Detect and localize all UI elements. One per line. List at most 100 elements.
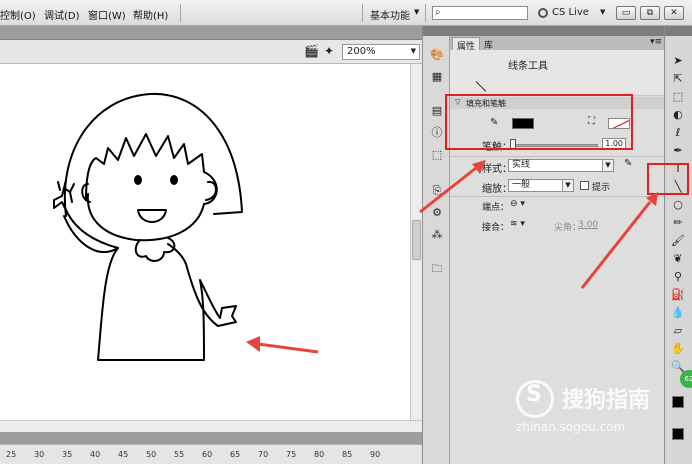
document-tab-bar (0, 26, 422, 40)
zoom-value: 200% (347, 46, 376, 57)
style-select[interactable]: 实线 ▼ (508, 159, 614, 172)
tab-library[interactable]: 库 (480, 37, 497, 51)
free-transform-icon[interactable]: ⬚ (671, 90, 685, 104)
stroke-color-tool-swatch[interactable] (672, 396, 684, 408)
pencil-icon: ✎ (490, 117, 499, 128)
rectangle-icon[interactable]: ○ (671, 198, 685, 212)
ruler-tick: 80 (314, 450, 325, 459)
info-icon[interactable]: ⓘ (430, 126, 444, 140)
transform-icon[interactable]: ⬚ (430, 148, 444, 162)
pencil-tool-icon[interactable]: ✏ (671, 216, 685, 230)
stroke-value-field[interactable]: 1.00 (602, 138, 626, 150)
menu-separator (180, 4, 181, 22)
ruler-tick: 40 (90, 450, 101, 459)
fill-color-swatch[interactable] (608, 118, 630, 129)
project-icon[interactable]: 🗀 (430, 262, 444, 276)
swatches-icon[interactable]: ▦ (430, 70, 444, 84)
divider (450, 196, 664, 197)
timeline-header (0, 432, 422, 444)
cs-live-button[interactable]: CS Live (552, 7, 589, 18)
divider (450, 156, 664, 157)
join-label: 接合： (482, 223, 510, 233)
vertical-scroll-thumb[interactable] (412, 220, 421, 260)
chevron-down-icon[interactable]: ▼ (414, 8, 419, 16)
strip-header (423, 26, 450, 36)
timeline-ruler[interactable]: 25 30 35 40 45 50 55 60 65 70 75 80 85 9… (0, 444, 422, 464)
search-icon: ⌕ (435, 7, 441, 18)
stage-canvas[interactable] (0, 64, 410, 420)
collapse-triangle-icon: ▽ (455, 98, 461, 106)
menu-debug[interactable]: 调试(D) (44, 7, 80, 22)
paint-bucket-icon: ⛶ (588, 116, 595, 127)
tools-header (665, 26, 692, 36)
text-tool-icon[interactable]: T (671, 162, 685, 176)
drawing-cartoon-girl (53, 92, 243, 361)
fill-color-tool-swatch[interactable] (672, 428, 684, 440)
section-fill-stroke[interactable]: ▽ 填充和笔触 (450, 97, 664, 109)
ruler-tick: 35 (62, 450, 73, 459)
paint-bucket-tool-icon[interactable]: ⛽ (671, 288, 685, 302)
deco-icon[interactable]: ❦ (671, 252, 685, 266)
scale-select[interactable]: 一般 ▼ (508, 179, 574, 192)
ruler-tick: 70 (258, 450, 269, 459)
code-snippets-icon[interactable]: ⎘ (430, 184, 444, 198)
edit-style-pencil-icon[interactable]: ✎ (624, 158, 632, 169)
cap-select[interactable]: ⊖ ▾ (510, 199, 525, 209)
properties-panel: 属性 库 ▾≡ 线条工具 ▽ 填充和笔触 ✎ ⛶ 笔触： 1.00 样式： 实线… (450, 26, 664, 464)
ruler-tick: 75 (286, 450, 297, 459)
ruler-tick: 50 (146, 450, 157, 459)
pen-icon[interactable]: ✒ (671, 144, 685, 158)
edit-scene-icon[interactable]: 🎬 (304, 44, 320, 60)
panel-menu-icon[interactable]: ▾≡ (650, 37, 662, 47)
subselection-icon[interactable]: ⇱ (671, 72, 685, 86)
miter-label: 尖角： (554, 223, 582, 233)
selection-icon[interactable]: ➤ (671, 54, 685, 68)
stroke-label: 笔触： (482, 142, 512, 153)
brush-icon[interactable]: 🖌 (671, 234, 685, 248)
minimize-button[interactable]: ▭ (616, 6, 636, 20)
hint-label: 提示 (592, 183, 611, 193)
color-panel-icon[interactable]: 🎨 (430, 48, 444, 62)
panel-tabs: 属性 库 ▾≡ (450, 36, 664, 52)
chevron-down-icon[interactable]: ▼ (600, 8, 605, 16)
menu-bar: 控制(O) 调试(D) 窗口(W) 帮助(H) 基本功能 ▼ ⌕ CS Live… (0, 0, 692, 26)
ruler-tick: 25 (6, 450, 17, 459)
menu-help[interactable]: 帮助(H) (133, 7, 168, 22)
align-icon[interactable]: ▤ (430, 104, 444, 118)
zoom-select[interactable]: 200% ▼ (342, 44, 420, 60)
edit-symbols-icon[interactable]: ✦ (324, 44, 340, 60)
close-button[interactable]: ✕ (664, 6, 684, 20)
cap-label: 端点： (482, 203, 510, 213)
tab-properties[interactable]: 属性 (452, 37, 481, 52)
stroke-slider-handle[interactable] (510, 139, 516, 150)
restore-button[interactable]: ⧉ (640, 6, 660, 20)
hand-icon[interactable]: ✋ (671, 342, 685, 356)
components-icon[interactable]: ⚙ (430, 206, 444, 220)
workspace-switcher[interactable]: 基本功能 (370, 7, 410, 22)
stroke-slider[interactable] (512, 144, 598, 147)
ruler-tick: 90 (370, 450, 381, 459)
motion-presets-icon[interactable]: ⁂ (430, 228, 444, 242)
chevron-down-icon: ▼ (602, 160, 613, 171)
scale-value: 一般 (512, 180, 531, 190)
eraser-icon[interactable]: ▱ (671, 324, 685, 338)
lasso-icon[interactable]: ℓ (671, 126, 685, 140)
search-input[interactable]: ⌕ (432, 6, 528, 20)
line-tool-icon (475, 81, 487, 92)
3d-rotation-icon[interactable]: ◐ (671, 108, 685, 122)
bone-icon[interactable]: ⚲ (671, 270, 685, 284)
line-tool-icon[interactable]: ╲ (671, 180, 685, 194)
horizontal-scrollbar[interactable] (0, 420, 422, 432)
menu-control[interactable]: 控制(O) (0, 7, 36, 22)
menu-window[interactable]: 窗口(W) (88, 7, 126, 22)
join-select[interactable]: ≋ ▾ (510, 219, 525, 229)
panel-icon-strip: 🎨 ▦ ▤ ⓘ ⬚ ⎘ ⚙ ⁂ 🗀 (422, 26, 450, 464)
eyedropper-icon[interactable]: 💧 (671, 306, 685, 320)
miter-value[interactable]: 3.00 (578, 220, 598, 230)
tool-name: 线条工具 (508, 61, 548, 72)
hint-checkbox[interactable] (580, 181, 589, 190)
panel-header (450, 26, 664, 36)
section-title: 填充和笔触 (466, 99, 506, 108)
stroke-color-swatch[interactable] (512, 118, 534, 129)
vertical-scrollbar[interactable] (410, 64, 422, 420)
